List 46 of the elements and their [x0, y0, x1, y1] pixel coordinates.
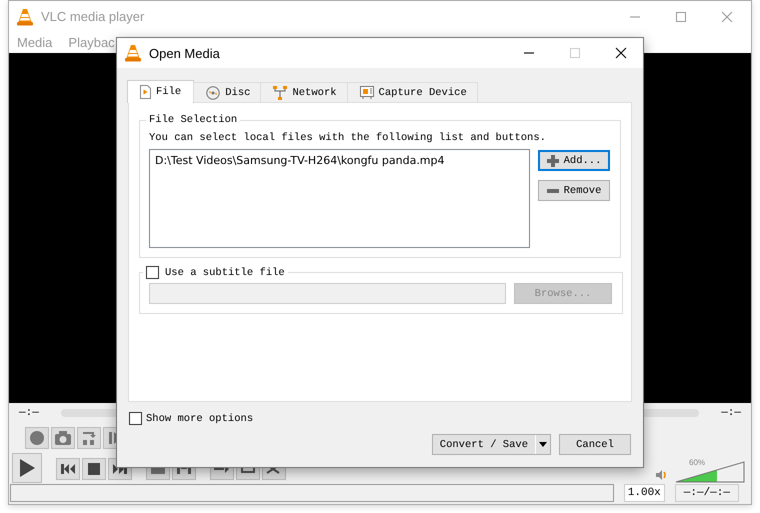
- speaker-icon[interactable]: [655, 469, 667, 481]
- maximize-icon[interactable]: [675, 10, 687, 22]
- group-title: File Selection: [148, 114, 238, 126]
- disc-icon: [206, 86, 220, 100]
- tab[interactable]: Disc: [193, 82, 262, 102]
- stop-button[interactable]: [82, 458, 106, 480]
- camera-icon: [54, 430, 72, 446]
- instruction-text: You can select local files with the following list and buttons.: [149, 132, 547, 144]
- close-icon[interactable]: [615, 47, 627, 59]
- record-button[interactable]: [25, 427, 49, 449]
- stop-icon: [88, 463, 100, 475]
- tab[interactable]: Network: [260, 82, 348, 102]
- file-list[interactable]: D:\Test Videos\Samsung-TV-H264\kongfu panda.mp4: [149, 149, 530, 248]
- file-list-item[interactable]: D:\Test Videos\Samsung-TV-H264\kongfu panda.mp4: [155, 154, 524, 167]
- convert-save-button[interactable]: Convert / Save: [432, 434, 551, 455]
- tab[interactable]: Capture Device: [346, 82, 478, 102]
- dialog-title: Open Media: [149, 46, 220, 60]
- playback-speed[interactable]: 1.00x: [624, 484, 665, 502]
- cone-icon: [17, 8, 33, 26]
- elapsed-time: —:—: [19, 407, 39, 419]
- time-display: —:—/—:—: [674, 484, 739, 502]
- loop-ab-button[interactable]: [77, 427, 101, 449]
- cancel-button[interactable]: Cancel: [559, 434, 631, 455]
- network-icon: [273, 86, 288, 100]
- remove-button[interactable]: Remove: [538, 180, 610, 201]
- maximize-icon: [569, 47, 581, 59]
- add-button[interactable]: Add...: [538, 150, 610, 171]
- checkbox[interactable]: [129, 412, 142, 425]
- play-button[interactable]: [12, 453, 42, 483]
- tab[interactable]: File: [127, 80, 194, 103]
- window-title: VLC media player: [41, 9, 144, 24]
- checkbox-label[interactable]: Show more options: [146, 412, 254, 424]
- file-icon: [140, 85, 151, 99]
- volume-reading: 60%: [689, 458, 706, 467]
- record-icon: [29, 430, 45, 446]
- dropdown-arrow-icon[interactable]: [539, 442, 547, 447]
- capture-card-icon: [360, 86, 374, 99]
- minus-icon: [546, 188, 559, 192]
- cone-icon: [125, 44, 141, 62]
- plus-icon: [546, 154, 559, 166]
- remaining-time: —:—: [721, 407, 741, 419]
- play-icon: [18, 458, 36, 478]
- loop-ab-icon: [81, 430, 97, 446]
- snapshot-button[interactable]: [51, 427, 75, 449]
- previous-icon: [61, 463, 75, 475]
- previous-button[interactable]: [56, 458, 80, 480]
